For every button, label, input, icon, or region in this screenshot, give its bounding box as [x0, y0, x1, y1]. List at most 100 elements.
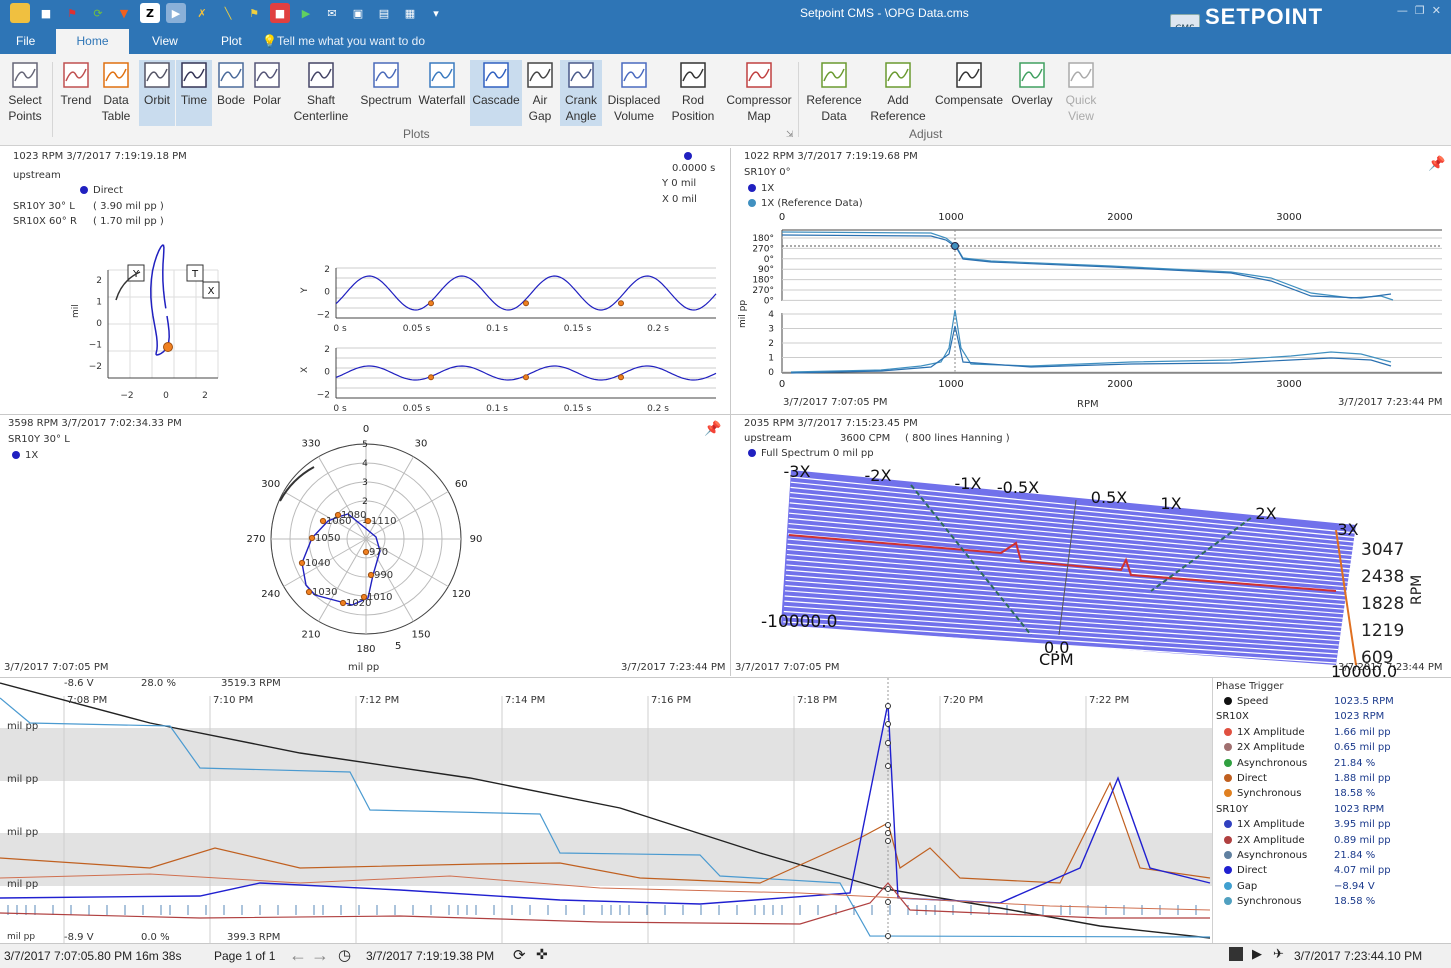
legend-value: 18.58 %	[1334, 896, 1376, 908]
cascade-order-label: -3X	[784, 462, 811, 481]
orbit-panel[interactable]: 1023 RPM 3/7/2017 7:19:19.18 PM upstream…	[0, 148, 730, 414]
legend-row[interactable]: Synchronous 18.58 %	[1216, 896, 1375, 907]
trend-panel[interactable]: -8.6 V 28.0 % 3519.3 RPM -8.9 V 0.0 % 39…	[0, 678, 1451, 943]
ribbon-button-cascade[interactable]: Cascade	[470, 60, 522, 126]
legend-row[interactable]: Speed 1023.5 RPM	[1216, 696, 1394, 707]
ribbon-button-label: Rod Position	[671, 93, 715, 123]
panel-splitter-horizontal[interactable]	[0, 414, 1451, 415]
bode-amp-ref	[790, 325, 1392, 374]
window-icon[interactable]: ▤	[374, 3, 394, 23]
tag-icon[interactable]: ⚑	[244, 3, 264, 23]
time-y-tick: −2	[317, 310, 330, 320]
ribbon-button-polar[interactable]: Polar	[250, 60, 284, 126]
time-channel-label: X	[300, 367, 310, 373]
dialog-launcher-icon[interactable]: ⇲	[786, 130, 794, 140]
open-folder-icon[interactable]	[10, 3, 30, 23]
ribbon-button-compensate[interactable]: Compensate	[932, 60, 1006, 126]
ribbon-button-overlay[interactable]: Overlay	[1009, 60, 1055, 126]
cascade-plot[interactable]: -3X -2X -1X -0.5X 0.5X 1X 2X 3X3047 2438 1828 1219…	[731, 415, 1451, 677]
legend-row[interactable]: Asynchronous 21.84 %	[1216, 758, 1375, 769]
runner-icon[interactable]: ✈	[1273, 946, 1284, 962]
tab-home[interactable]: Home	[56, 29, 129, 54]
polar-panel[interactable]: 3598 RPM 3/7/2017 7:02:34.33 PM SR10Y 30…	[0, 415, 730, 677]
tell-me-search[interactable]: 💡Tell me what you want to do	[262, 34, 425, 48]
cursor-icon[interactable]: ▶	[166, 3, 186, 23]
cascade-panel[interactable]: 2035 RPM 3/7/2017 7:15:23.45 PM upstream…	[731, 415, 1451, 677]
run-icon[interactable]: ✉	[322, 3, 342, 23]
legend-row[interactable]: SR10X 1023 RPM	[1216, 711, 1384, 722]
ribbon-button-compressor-map[interactable]: Compressor Map	[723, 60, 795, 126]
legend-row[interactable]: Direct 4.07 mil pp	[1216, 865, 1391, 876]
ribbon-button-add-reference[interactable]: Add Reference	[867, 60, 929, 126]
polar-angle-label: 330	[301, 439, 320, 450]
polar-radius-label: 4	[362, 459, 368, 469]
ribbon-button-displaced-volume[interactable]: Displaced Volume	[604, 60, 664, 126]
trend-time-tick: 7:16 PM	[651, 695, 692, 706]
time-y-tick: 0	[324, 288, 330, 298]
legend-color-dot	[1224, 743, 1232, 752]
legend-row[interactable]: Synchronous 18.58 %	[1216, 788, 1375, 799]
ribbon-button-rod-position[interactable]: Rod Position	[668, 60, 718, 126]
bode-start-time: 3/7/2017 7:07:05 PM	[783, 397, 888, 408]
crosshair-icon[interactable]: ✜	[536, 946, 548, 963]
bode-amp-1x	[790, 309, 1392, 373]
clock-icon[interactable]: ◷	[338, 946, 351, 964]
ribbon-button-shaft-centerline[interactable]: Shaft Centerline	[289, 60, 353, 126]
trend-cursor-dot	[885, 830, 891, 836]
play-icon[interactable]: ▶	[296, 3, 316, 23]
bookmark-icon[interactable]: ⚑	[62, 3, 82, 23]
prev-arrow-icon[interactable]: ←	[289, 945, 307, 966]
ribbon-button-label: Compensate	[934, 93, 1004, 107]
play-icon[interactable]: ▶	[1252, 946, 1262, 962]
ribbon-button-spectrum[interactable]: Spectrum	[358, 60, 414, 126]
frame-icon[interactable]: ▣	[348, 3, 368, 23]
polar-angle-label: 30	[415, 439, 428, 450]
save-icon[interactable]: ■	[36, 3, 56, 23]
panel-splitter-vertical[interactable]	[730, 148, 731, 676]
legend-row[interactable]: 2X Amplitude 0.65 mil pp	[1216, 742, 1391, 753]
ribbon-button-quick-view[interactable]: Quick View	[1063, 60, 1099, 126]
ribbon-button-waterfall[interactable]: Waterfall	[416, 60, 468, 126]
next-arrow-icon[interactable]: →	[311, 945, 329, 966]
legend-row[interactable]: Direct 1.88 mil pp	[1216, 773, 1391, 784]
grid-icon[interactable]: ▦	[400, 3, 420, 23]
trend-cursor-dot	[885, 763, 891, 769]
stop-icon[interactable]	[1229, 947, 1243, 961]
orbit-time-plots[interactable]: 210−1−2−2 0 2milY TX20−20 s 0.05 s 0.1 s 0.15 …	[0, 148, 730, 414]
legend-row[interactable]: SR10Y 1023 RPM	[1216, 804, 1384, 815]
dropdown-icon[interactable]: ▾	[426, 3, 446, 23]
bode-plot[interactable]: 00100010002000200030003000180°270°0°90°1…	[731, 148, 1451, 398]
ribbon-button-data-table[interactable]: Data Table	[97, 60, 135, 126]
stop-icon[interactable]: ■	[270, 3, 290, 23]
ribbon-button-select-points[interactable]: Select Points	[4, 60, 46, 126]
ribbon-button-reference-data[interactable]: Reference Data	[804, 60, 864, 126]
legend-row[interactable]: 1X Amplitude 1.66 mil pp	[1216, 727, 1391, 738]
ruler-icon[interactable]: ╲	[218, 3, 238, 23]
ribbon-button-orbit[interactable]: Orbit	[139, 60, 175, 126]
window-controls[interactable]: — ❐ ✕	[1397, 4, 1441, 17]
ribbon-button-time[interactable]: Time	[176, 60, 212, 126]
orbit-y-tick: −2	[89, 362, 102, 372]
polar-plot[interactable]: 3060901201501802102402703003300543215108…	[0, 415, 730, 677]
tab-view[interactable]: View	[138, 29, 192, 54]
sync-icon[interactable]: ⟳	[513, 946, 526, 964]
tab-file[interactable]: File	[2, 29, 49, 54]
bode-ylabel: mil pp	[738, 300, 748, 328]
tools-icon[interactable]: ✗	[192, 3, 212, 23]
ribbon-button-bode[interactable]: Bode	[214, 60, 248, 126]
filter-icon[interactable]: ▼	[114, 3, 134, 23]
bode-panel[interactable]: 1022 RPM 3/7/2017 7:19:19.68 PM SR10Y 0°…	[731, 148, 1451, 414]
tab-plot[interactable]: Plot	[207, 29, 256, 54]
z-icon[interactable]: Z	[140, 3, 160, 23]
legend-row[interactable]: 1X Amplitude 3.95 mil pp	[1216, 819, 1391, 830]
trend-plot[interactable]	[0, 678, 1212, 943]
ribbon-button-crank-angle[interactable]: Crank Angle	[560, 60, 602, 126]
ribbon-button-air-gap[interactable]: Air Gap	[524, 60, 556, 126]
refresh-icon[interactable]: ⟳	[88, 3, 108, 23]
legend-row[interactable]: Gap −8.94 V	[1216, 881, 1375, 892]
bode-amp-tick: 1	[768, 354, 774, 364]
time-y-tick: 2	[324, 345, 330, 355]
ribbon-button-trend[interactable]: Trend	[57, 60, 95, 126]
legend-row[interactable]: 2X Amplitude 0.89 mil pp	[1216, 835, 1391, 846]
legend-row[interactable]: Asynchronous 21.84 %	[1216, 850, 1375, 861]
